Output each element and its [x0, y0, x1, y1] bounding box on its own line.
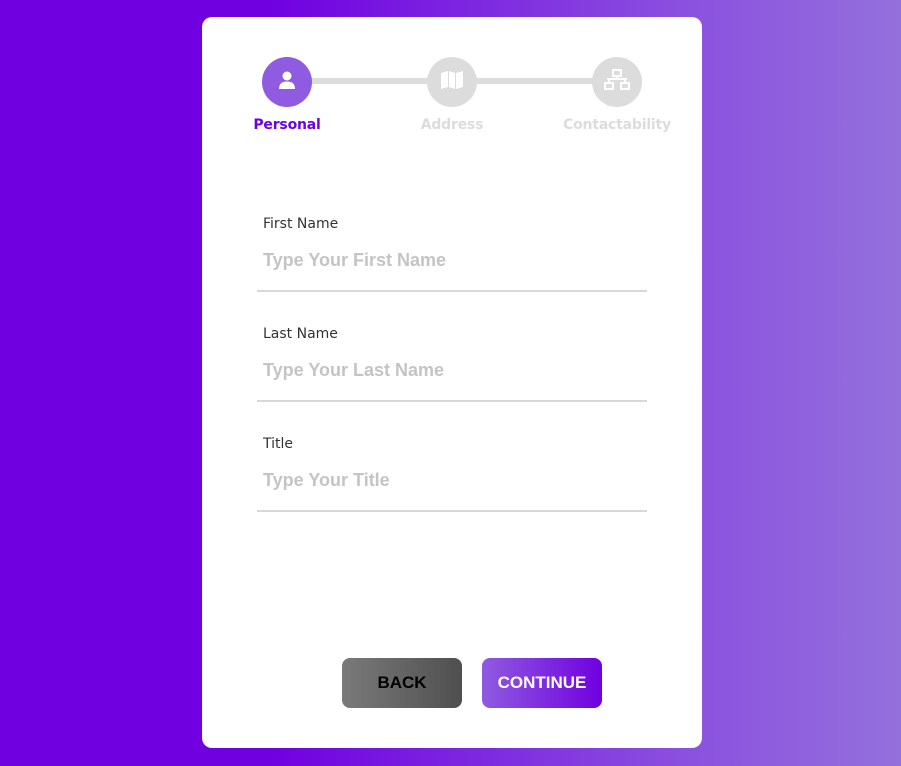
step-circle: [427, 57, 477, 107]
first-name-field: First Name: [257, 212, 647, 292]
form-card: Personal Address Contactability First Na…: [202, 17, 702, 748]
title-field: Title: [257, 432, 647, 512]
map-icon: [440, 70, 464, 95]
first-name-label: First Name: [263, 216, 339, 232]
step-address[interactable]: Address: [387, 57, 517, 133]
step-personal[interactable]: Personal: [222, 57, 352, 133]
step-label: Address: [420, 117, 484, 133]
last-name-input[interactable]: [263, 360, 641, 381]
title-input[interactable]: [263, 470, 641, 491]
last-name-label: Last Name: [263, 326, 338, 342]
progress-stepper: Personal Address Contactability: [202, 17, 702, 147]
last-name-field: Last Name: [257, 322, 647, 402]
sitemap-icon: [604, 68, 630, 96]
first-name-input[interactable]: [263, 250, 641, 271]
step-circle: [592, 57, 642, 107]
step-label: Contactability: [563, 117, 671, 133]
step-circle: [262, 57, 312, 107]
title-label: Title: [263, 436, 294, 452]
user-icon: [277, 70, 297, 95]
continue-button[interactable]: CONTINUE: [482, 658, 602, 708]
back-button[interactable]: BACK: [342, 658, 462, 708]
step-label: Personal: [253, 117, 321, 133]
step-contactability[interactable]: Contactability: [552, 57, 682, 133]
